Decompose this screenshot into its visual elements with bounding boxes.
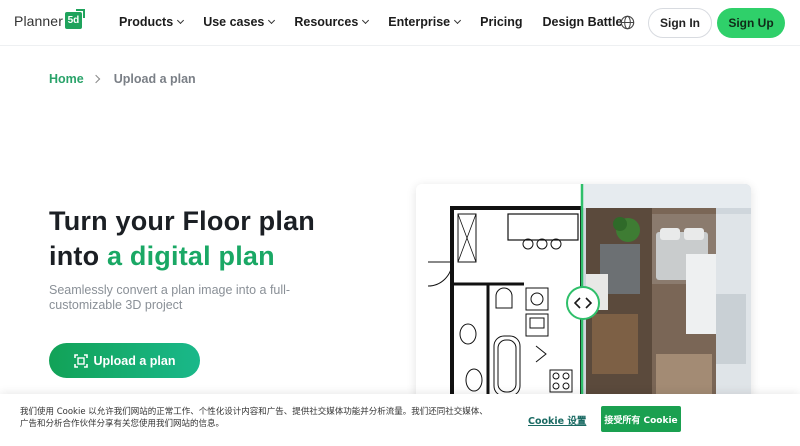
scan-upload-icon [73, 353, 88, 368]
nav-resources[interactable]: Resources [294, 15, 370, 29]
chevron-down-icon [454, 16, 462, 25]
chevron-down-icon [177, 16, 185, 25]
main-nav: Products Use cases Resources Enterprise … [119, 15, 642, 29]
breadcrumb-current: Upload a plan [113, 72, 196, 86]
cookie-consent-banner: 我们使用 Cookie 以允许我们网站的正常工作、个性化设计内容和广告、提供社交… [0, 394, 800, 446]
compare-slider-handle[interactable] [566, 286, 600, 320]
planner5d-logo[interactable]: Planner 5d [14, 9, 85, 29]
hero-title-line2: into a digital plan [49, 241, 275, 272]
chevron-down-icon [268, 16, 276, 25]
arrows-left-right-icon [574, 297, 592, 309]
nav-use-cases[interactable]: Use cases [203, 15, 276, 29]
logo-badge: 5d [64, 9, 85, 29]
upload-plan-label: Upload a plan [93, 353, 176, 368]
nav-label: Design Battle [542, 15, 623, 29]
nav-enterprise[interactable]: Enterprise [388, 15, 462, 29]
breadcrumb: Home Upload a plan [49, 72, 196, 86]
nav-label: Pricing [480, 15, 523, 29]
sign-up-button[interactable]: Sign Up [717, 8, 785, 38]
accept-all-cookies-button[interactable]: 接受所有 Cookie [601, 406, 681, 432]
cookie-settings-link[interactable]: Cookie 设置 [528, 413, 586, 427]
hero-title-prefix: into [49, 241, 107, 271]
floor-plan-comparison-image [416, 184, 751, 404]
nav-label: Products [119, 15, 174, 29]
globe-icon[interactable] [620, 15, 635, 30]
nav-label: Enterprise [388, 15, 451, 29]
nav-design-battle[interactable]: Design Battle [543, 15, 623, 29]
upload-plan-button[interactable]: Upload a plan [49, 343, 200, 378]
nav-pricing[interactable]: Pricing [480, 15, 522, 29]
nav-products[interactable]: Products [119, 15, 185, 29]
hero-title-line1: Turn your Floor plan [49, 206, 315, 236]
chevron-right-icon [91, 74, 100, 84]
sign-in-button[interactable]: Sign In [648, 8, 712, 38]
hero-subtitle: Seamlessly convert a plan image into a f… [49, 283, 291, 312]
nav-label: Resources [294, 15, 359, 29]
nav-label: Use cases [203, 15, 265, 29]
breadcrumb-home-link[interactable]: Home [49, 72, 84, 86]
site-header: Planner 5d Products Use cases Resources … [0, 0, 800, 46]
cookie-consent-text: 我们使用 Cookie 以允许我们网站的正常工作、个性化设计内容和广告、提供社交… [20, 407, 488, 429]
chevron-down-icon [362, 16, 370, 25]
hero-title-highlight: a digital plan [106, 241, 275, 271]
logo-text: Planner [14, 12, 63, 29]
